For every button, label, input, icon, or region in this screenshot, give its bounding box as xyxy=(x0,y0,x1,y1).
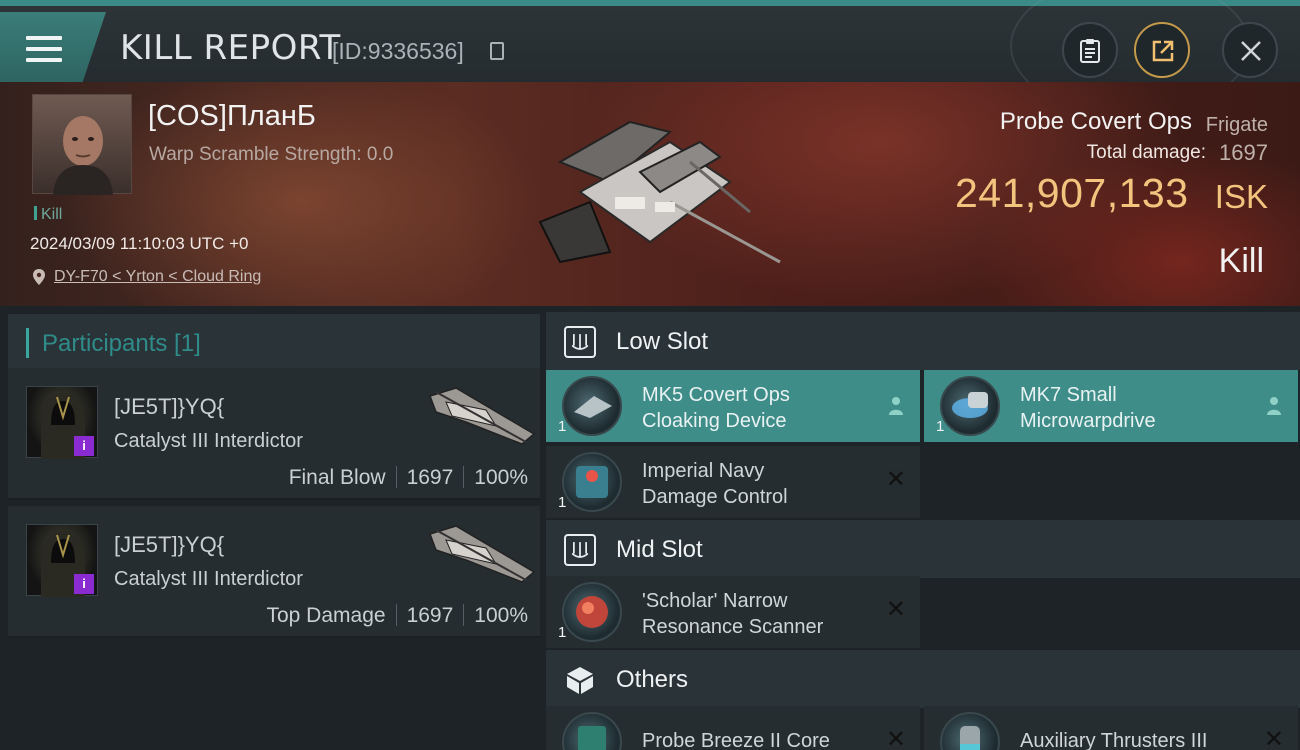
kill-location-link[interactable]: DY-F70 < Yrton < Cloud Ring xyxy=(54,268,261,286)
location-pin-icon xyxy=(33,269,45,285)
pilot-portrait-image xyxy=(53,116,113,195)
low-slot-icon xyxy=(564,326,596,358)
destroyed-x-icon: ✕ xyxy=(885,596,906,623)
participant-ship: Catalyst III Interdictor xyxy=(114,568,303,590)
cloaking-device-icon xyxy=(562,376,622,436)
module-name: Imperial Navy Damage Control xyxy=(642,460,788,508)
close-button[interactable] xyxy=(1222,22,1278,78)
participants-panel: Participants [1] i [JE5T]}YQ{ Catalyst I… xyxy=(0,306,542,750)
module-item[interactable]: Probe Breeze II Core ✕ xyxy=(546,706,920,750)
stat-divider xyxy=(395,604,397,626)
module-quantity: 1 xyxy=(558,494,567,511)
mid-slot-icon xyxy=(564,534,596,566)
share-icon xyxy=(1152,40,1174,62)
others-title: Others xyxy=(616,666,689,693)
person-icon xyxy=(1267,397,1281,415)
page-title: KILL REPORT xyxy=(120,28,341,68)
share-button[interactable] xyxy=(1134,22,1190,78)
module-item[interactable]: 1 'Scholar' Narrow Resonance Scanner ✕ xyxy=(546,576,920,648)
module-item[interactable]: 1 MK5 Covert Ops Cloaking Device xyxy=(546,370,920,442)
participant-percent: 100% xyxy=(474,466,528,489)
victim-banner: [COS]ПланБ Warp Scramble Strength: 0.0 K… xyxy=(0,82,1300,306)
module-name: MK7 Small Microwarpdrive xyxy=(1020,384,1156,432)
fitting-panel: Low Slot 1 MK5 Covert Ops Cloaking Device… xyxy=(542,306,1300,750)
isk-label: ISK xyxy=(1214,178,1268,215)
participant-name[interactable]: [JE5T]}YQ{ xyxy=(114,532,224,558)
module-item[interactable]: 1 MK7 Small Microwarpdrive xyxy=(924,370,1298,442)
kill-datetime: 2024/03/09 11:10:03 UTC +0 xyxy=(30,234,249,253)
participant-stats: Final Blow 1697 100% xyxy=(289,466,528,490)
copy-id-icon[interactable] xyxy=(490,42,504,60)
low-slot-header: Low Slot xyxy=(546,312,1300,370)
module-quantity: 1 xyxy=(936,418,945,435)
menu-icon xyxy=(26,36,62,66)
victim-pilot-name[interactable]: [COS]ПланБ xyxy=(148,100,316,133)
module-name: Probe Breeze II Core xyxy=(642,730,830,750)
participant-card[interactable]: i [JE5T]}YQ{ Catalyst III Interdictor Fi… xyxy=(8,368,540,500)
victim-ship-image xyxy=(538,120,781,264)
mid-slot-title: Mid Slot xyxy=(616,536,703,563)
destroyed-x-icon: ✕ xyxy=(885,726,906,750)
probe-core-icon xyxy=(562,712,622,750)
result-label: Kill xyxy=(1218,242,1264,280)
module-quantity: 1 xyxy=(558,624,567,641)
participants-header-bar xyxy=(26,328,29,358)
stat-divider xyxy=(463,466,465,488)
mid-slot-header: Mid Slot xyxy=(546,520,1300,578)
info-badge-icon[interactable]: i xyxy=(74,574,94,594)
module-name: MK5 Covert Ops Cloaking Device xyxy=(642,384,790,432)
report-id: [ID:9336536] xyxy=(332,38,464,64)
menu-button[interactable] xyxy=(0,12,106,82)
participant-ship-image xyxy=(429,525,536,583)
victim-portrait[interactable] xyxy=(32,94,132,195)
module-name: Auxiliary Thrusters III xyxy=(1020,730,1208,750)
module-name: 'Scholar' Narrow Resonance Scanner xyxy=(642,590,824,638)
total-damage-value: 1697 xyxy=(1219,140,1268,165)
victim-ship-class: Frigate xyxy=(1205,114,1268,136)
participant-ship: Catalyst III Interdictor xyxy=(114,430,303,452)
close-icon xyxy=(1241,41,1261,61)
others-header: Others xyxy=(546,650,1300,708)
participant-card[interactable]: i [JE5T]}YQ{ Catalyst III Interdictor To… xyxy=(8,506,540,638)
low-slot-title: Low Slot xyxy=(616,328,709,355)
microwarpdrive-icon xyxy=(940,376,1000,436)
participant-percent: 100% xyxy=(474,604,528,627)
participant-name[interactable]: [JE5T]}YQ{ xyxy=(114,394,224,420)
stat-divider xyxy=(463,604,465,626)
participants-header: Participants [1] xyxy=(8,314,540,372)
victim-ship-name[interactable]: Probe Covert Ops xyxy=(1000,108,1192,136)
auxiliary-thrusters-icon xyxy=(940,712,1000,750)
info-badge-icon[interactable]: i xyxy=(74,436,94,456)
participant-ship-image xyxy=(429,387,536,445)
destroyed-x-icon: ✕ xyxy=(1263,726,1284,750)
participant-stats: Top Damage 1697 100% xyxy=(266,604,528,628)
participant-damage: 1697 xyxy=(406,604,454,627)
top-bar: KILL REPORT [ID:9336536] xyxy=(0,0,1300,116)
warp-scramble-strength: Warp Scramble Strength: 0.0 xyxy=(149,144,394,165)
person-icon xyxy=(889,397,903,415)
damage-control-icon xyxy=(562,452,622,512)
resonance-scanner-icon xyxy=(562,582,622,642)
destroyed-x-icon: ✕ xyxy=(885,466,906,493)
total-damage-label: Total damage: xyxy=(1086,142,1206,163)
participant-damage: 1697 xyxy=(406,466,454,489)
module-item[interactable]: 1 Imperial Navy Damage Control ✕ xyxy=(546,446,920,518)
clipboard-icon xyxy=(1080,39,1100,63)
participants-title: Participants [1] xyxy=(42,330,201,357)
isk-value: 241,907,133 xyxy=(955,170,1189,216)
kill-tag: Kill xyxy=(34,206,62,224)
stat-divider xyxy=(395,466,397,488)
module-quantity: 1 xyxy=(558,418,567,435)
participant-role: Final Blow xyxy=(288,466,386,489)
clipboard-button[interactable] xyxy=(1062,22,1118,78)
module-item[interactable]: Auxiliary Thrusters III ✕ xyxy=(924,706,1298,750)
participant-role: Top Damage xyxy=(266,604,386,627)
cube-icon xyxy=(567,667,593,694)
